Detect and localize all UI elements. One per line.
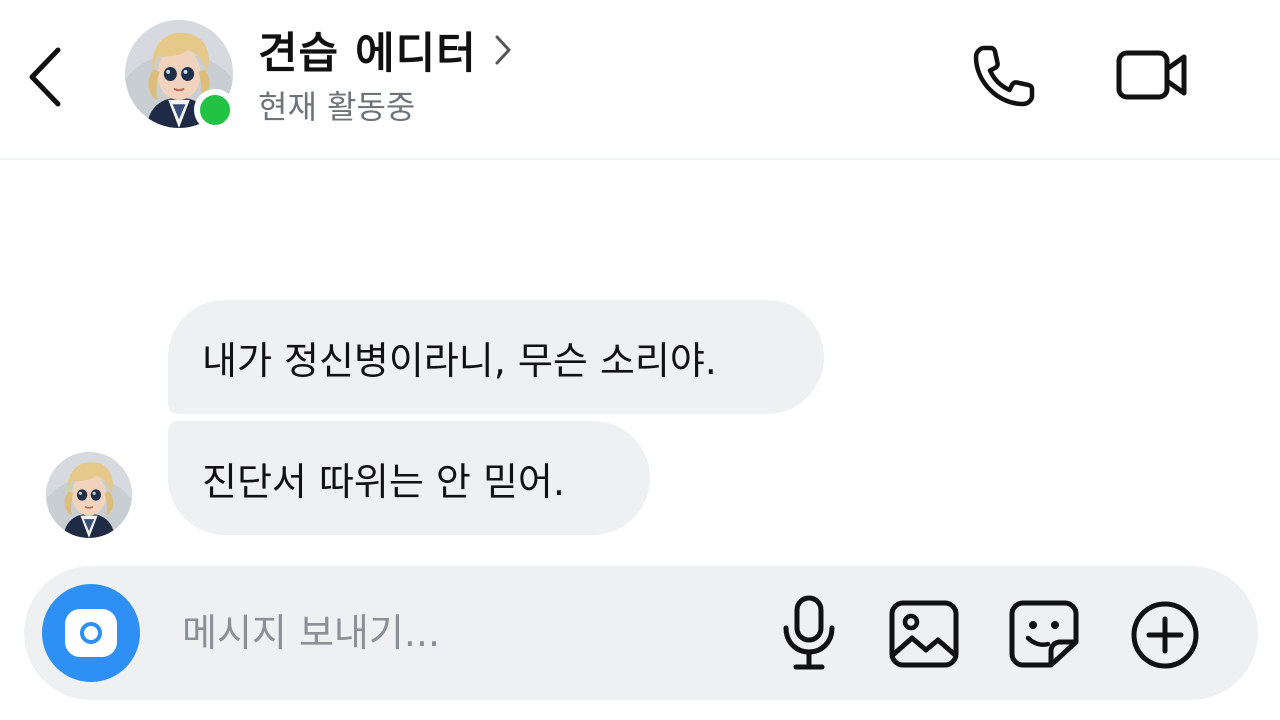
more-options-button[interactable] bbox=[1128, 598, 1202, 672]
contact-profile-link[interactable]: 견습 에디터 bbox=[258, 22, 513, 79]
voice-call-button[interactable] bbox=[968, 40, 1040, 112]
online-status-dot bbox=[194, 89, 236, 131]
plus-circle-icon bbox=[1131, 601, 1199, 669]
activity-status: 현재 활동중 bbox=[258, 88, 416, 126]
camera-icon bbox=[65, 609, 117, 657]
message-text: 내가 정신병이라니, 무슨 소리야. bbox=[202, 338, 717, 383]
message-bubble[interactable]: 내가 정신병이라니, 무슨 소리야. bbox=[168, 300, 824, 414]
camera-lens bbox=[80, 622, 102, 644]
image-icon bbox=[889, 600, 959, 668]
chat-header: 견습 에디터 현재 활동중 bbox=[0, 0, 1280, 160]
microphone-icon bbox=[783, 595, 835, 670]
message-input[interactable] bbox=[182, 600, 742, 666]
sticker-icon bbox=[1009, 600, 1079, 668]
sender-avatar[interactable] bbox=[46, 452, 132, 538]
sticker-button[interactable] bbox=[1006, 598, 1082, 670]
phone-icon bbox=[973, 45, 1035, 107]
chevron-left-icon bbox=[29, 47, 61, 107]
voice-message-button[interactable] bbox=[776, 594, 842, 672]
message-bubble[interactable]: 진단서 따위는 안 믿어. bbox=[168, 421, 650, 535]
chevron-right-icon bbox=[495, 35, 511, 65]
back-button[interactable] bbox=[22, 42, 72, 112]
contact-name: 견습 에디터 bbox=[258, 29, 477, 79]
message-text: 진단서 따위는 안 믿어. bbox=[202, 459, 565, 504]
video-camera-icon bbox=[1116, 50, 1187, 100]
gallery-button[interactable] bbox=[886, 598, 962, 670]
camera-button[interactable] bbox=[42, 584, 140, 682]
video-call-button[interactable] bbox=[1112, 42, 1192, 108]
